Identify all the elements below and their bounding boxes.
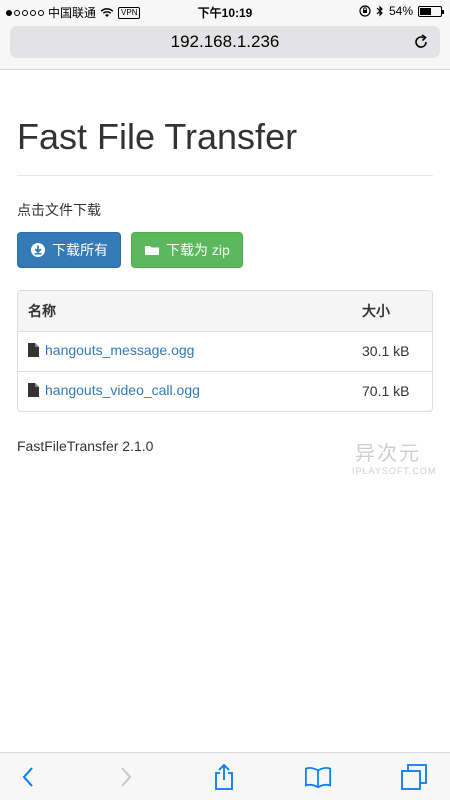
bookmarks-icon [305, 767, 331, 789]
status-right: 54% [359, 4, 444, 18]
button-row: 下载所有 下载为 zip [17, 232, 433, 268]
reload-icon[interactable] [412, 33, 430, 51]
status-bar: 中国联通 VPN 下午10:19 54% [0, 0, 450, 22]
watermark-logo: 异次元 IPLAYSOFT.COM [352, 437, 437, 476]
table-header-row: 名称 大小 [18, 291, 432, 332]
url-text: 192.168.1.236 [170, 32, 280, 51]
back-button[interactable] [14, 763, 42, 791]
table-row: hangouts_message.ogg 30.1 kB [18, 331, 432, 371]
download-zip-button[interactable]: 下载为 zip [131, 232, 243, 268]
header-size: 大小 [352, 291, 432, 332]
forward-button[interactable] [112, 763, 140, 791]
share-icon [215, 763, 233, 790]
tabs-button[interactable] [400, 763, 428, 791]
address-bar[interactable]: 192.168.1.236 [10, 26, 440, 58]
file-name: hangouts_video_call.ogg [45, 382, 200, 399]
back-icon [22, 767, 33, 787]
battery-level [420, 7, 431, 15]
file-size: 30.1 kB [362, 343, 410, 359]
page-content: Fast File Transfer 点击文件下载 下载所有 下载为 zip 名… [17, 70, 433, 454]
download-all-button[interactable]: 下载所有 [17, 232, 121, 268]
bottom-toolbar [0, 752, 450, 800]
rotation-lock-icon [359, 5, 371, 17]
address-bar-container: 192.168.1.236 [0, 22, 450, 70]
battery-percent: 54% [388, 4, 413, 18]
watermark-sub: IPLAYSOFT.COM [352, 466, 437, 476]
page-subtitle: 点击文件下载 [17, 202, 101, 218]
battery-icon [418, 5, 444, 17]
bluetooth-icon [376, 5, 383, 17]
download-circle-icon [31, 243, 45, 257]
file-icon [28, 383, 39, 398]
forward-icon [121, 767, 132, 787]
download-all-label: 下载所有 [52, 242, 108, 258]
watermark-main: 异次元 [355, 443, 421, 465]
header-name: 名称 [18, 291, 352, 332]
file-name: hangouts_message.ogg [45, 342, 195, 358]
share-button[interactable] [210, 763, 238, 791]
file-icon [28, 343, 39, 357]
file-link[interactable]: hangouts_message.ogg [28, 342, 194, 358]
bookmarks-button[interactable] [304, 763, 332, 791]
folder-icon [145, 246, 159, 255]
tabs-icon [401, 764, 427, 790]
table-row: hangouts_video_call.ogg 70.1 kB [18, 370, 432, 411]
page-title: Fast File Transfer [17, 70, 433, 176]
file-link[interactable]: hangouts_video_call.ogg [28, 382, 200, 398]
file-size: 70.1 kB [352, 370, 432, 411]
download-zip-label: 下载为 zip [166, 242, 230, 258]
file-table: 名称 大小 hangouts_message.ogg 30.1 kB hango… [17, 290, 433, 412]
